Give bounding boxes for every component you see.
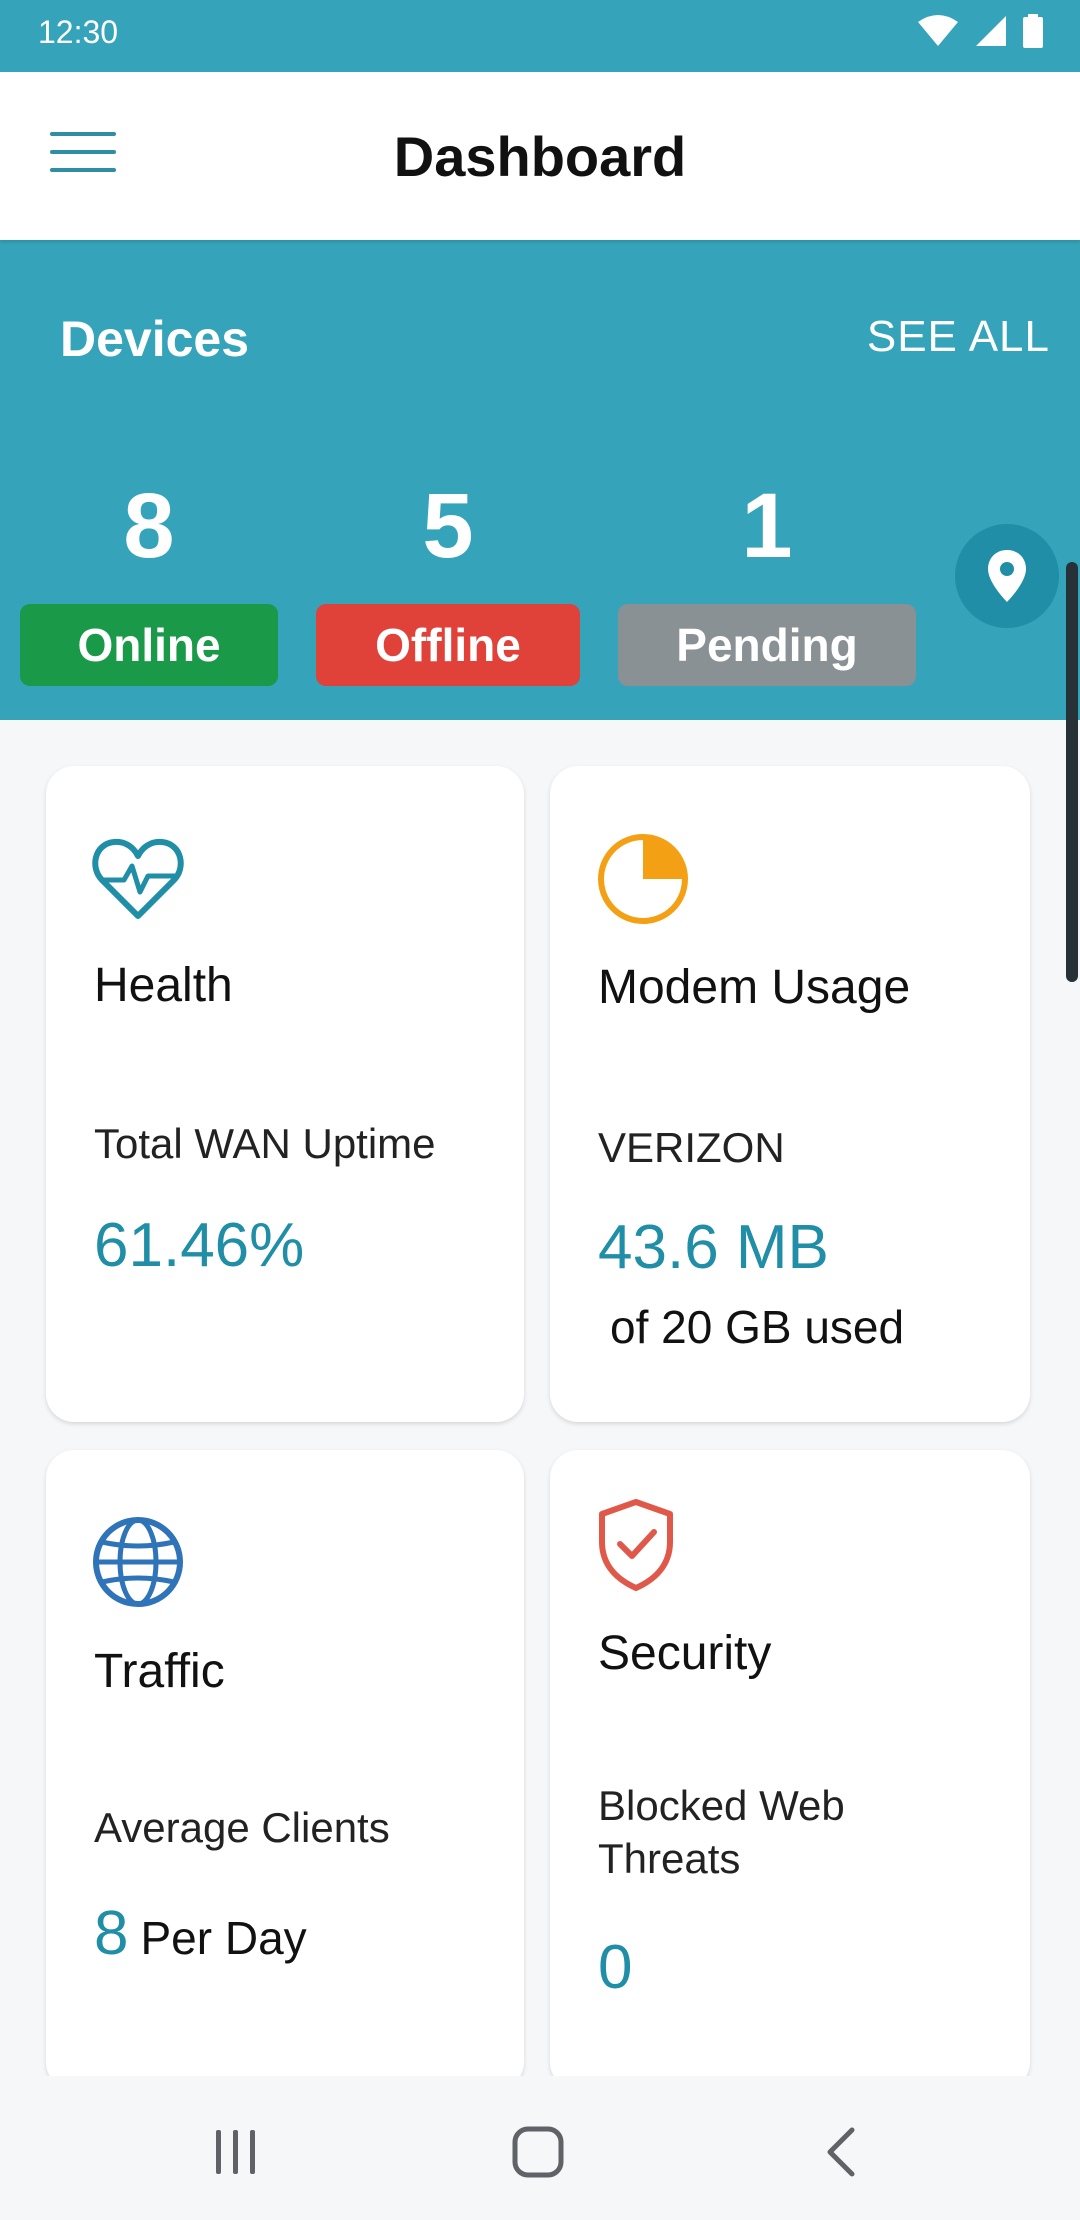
health-card[interactable]: Health Total WAN Uptime 61.46% [46,766,524,1422]
security-title: Security [598,1627,772,1680]
health-metric-label: Total WAN Uptime [94,1120,436,1167]
globe-icon [93,1517,183,1607]
recent-apps-icon[interactable] [206,2122,266,2182]
modem-usage-sub: of 20 GB used [610,1301,905,1353]
home-icon[interactable] [508,2122,568,2182]
cell-signal-icon [976,16,1006,46]
scrollbar[interactable] [1066,562,1078,982]
health-title: Health [94,959,233,1012]
map-button[interactable] [955,524,1059,628]
map-pin-icon [988,550,1026,602]
wifi-icon [918,15,958,46]
security-metric-label: Blocked Web Threats [598,1782,845,1882]
see-all-button[interactable]: SEE ALL [867,312,1050,362]
modem-carrier: VERIZON [598,1124,785,1171]
modem-title: Modem Usage [598,961,911,1014]
health-metric-value: 61.46% [94,1211,305,1280]
offline-devices-stat[interactable]: 5 Offline [316,480,580,686]
back-icon[interactable] [812,2122,872,2182]
system-nav-bar [0,2076,1080,2220]
pending-badge: Pending [618,604,916,686]
traffic-metric-unit: Per Day [140,1912,307,1964]
security-card[interactable]: Security Blocked Web Threats 0 [550,1450,1030,2090]
offline-badge: Offline [316,604,580,686]
app-bar: Dashboard [0,72,1080,240]
online-badge: Online [20,604,278,686]
pending-count: 1 [741,475,793,577]
page-title: Dashboard [393,125,687,188]
modem-usage-card[interactable]: Modem Usage VERIZON 43.6 MB of 20 GB use… [550,766,1030,1422]
online-count: 8 [123,475,175,577]
online-devices-stat[interactable]: 8 Online [20,480,278,686]
battery-icon [1023,14,1043,48]
offline-count: 5 [422,475,474,577]
pending-devices-stat[interactable]: 1 Pending [618,480,916,686]
devices-title: Devices [60,311,250,367]
modem-usage-value: 43.6 MB [598,1213,829,1282]
security-metric-value: 0 [598,1933,633,2002]
traffic-title: Traffic [94,1645,225,1698]
status-icons [916,14,1044,48]
devices-summary: Devices SEE ALL 8 Online 5 Offline 1 Pen… [0,240,1080,720]
status-time: 12:30 [38,14,119,50]
traffic-metric-label: Average Clients [94,1804,390,1851]
status-bar: 12:30 [0,0,1080,72]
shield-check-icon [599,1499,673,1591]
heartbeat-icon [92,838,184,919]
pie-chart-icon [598,834,688,924]
traffic-metric: 8 Per Day [94,1898,307,1969]
traffic-metric-value: 8 [94,1899,129,1968]
traffic-card[interactable]: Traffic Average Clients 8 Per Day [46,1450,524,2090]
